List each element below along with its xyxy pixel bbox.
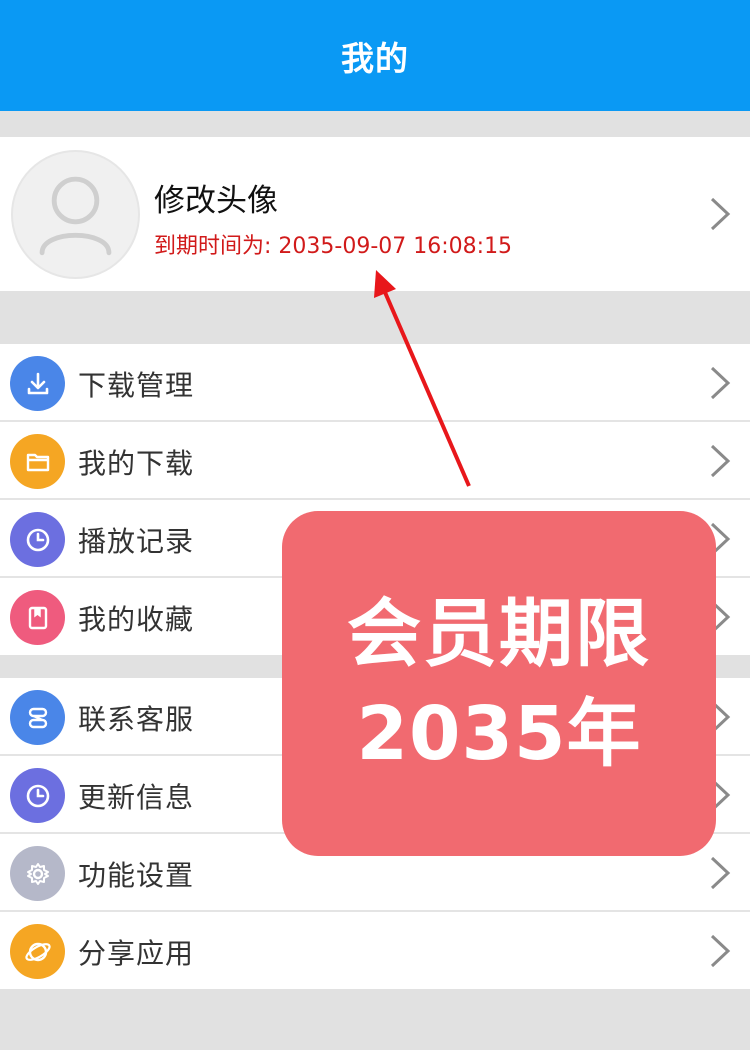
clock-icon: [10, 768, 65, 823]
chevron-right-icon: [706, 442, 734, 480]
chevron-right-icon: [706, 195, 734, 233]
page-title: 我的: [341, 38, 409, 78]
menu-item-label: 联系客服: [78, 703, 195, 736]
menu-item-label: 更新信息: [78, 781, 195, 814]
menu-item-download-manager[interactable]: 下载管理: [0, 344, 750, 422]
planet-icon: [10, 924, 65, 979]
menu-item-label: 播放记录: [78, 525, 195, 558]
profile-name: 修改头像: [154, 183, 278, 219]
clock-icon: [10, 512, 65, 567]
menu-item-label: 功能设置: [78, 859, 195, 892]
menu-item-share-app[interactable]: 分享应用: [0, 912, 750, 989]
app-header: 我的: [0, 0, 750, 111]
menu-item-label: 我的收藏: [78, 603, 195, 636]
service-icon: [10, 690, 65, 745]
menu-item-label: 分享应用: [78, 937, 195, 970]
menu-item-my-downloads[interactable]: 我的下载: [0, 422, 750, 500]
chevron-right-icon: [706, 854, 734, 892]
membership-expiry-text: 到期时间为: 2035-09-07 16:08:15: [154, 234, 513, 259]
promo-year: 2035年: [356, 690, 642, 777]
profile-page: 我的 修改头像 到期时间为: 2035-09-07 16:08:15 下载管理: [0, 0, 750, 1050]
user-silhouette-icon: [39, 176, 112, 256]
download-icon: [10, 356, 65, 411]
promo-title: 会员期限: [347, 590, 651, 677]
membership-promo-badge: 会员期限 2035年: [282, 511, 716, 856]
avatar[interactable]: [11, 150, 140, 279]
chevron-right-icon: [706, 364, 734, 402]
folder-icon: [10, 434, 65, 489]
menu-item-label: 我的下载: [78, 447, 195, 480]
menu-item-label: 下载管理: [78, 369, 195, 402]
gear-icon: [10, 846, 65, 901]
profile-card[interactable]: 修改头像 到期时间为: 2035-09-07 16:08:15: [0, 137, 750, 291]
chevron-right-icon: [706, 932, 734, 970]
bookmark-icon: [10, 590, 65, 645]
